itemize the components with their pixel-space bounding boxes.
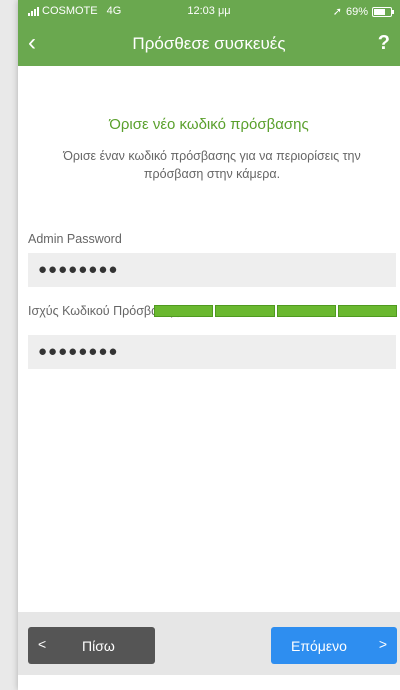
password-strength-meter <box>154 305 397 317</box>
strength-segment <box>276 305 336 317</box>
location-icon: ➚ <box>332 6 342 18</box>
strength-segment <box>215 305 275 317</box>
phone-screen: COSMOTE 4G 12:03 μμ ➚ 69% ‹ Πρόσθεσε συσ… <box>18 0 400 690</box>
admin-password-label: Admin Password <box>28 232 122 246</box>
strength-segment <box>337 305 397 317</box>
chevron-left-icon: < <box>38 636 47 652</box>
footer-bar: < Πίσω Επόμενο > <box>18 612 400 675</box>
admin-password-field[interactable]: ●●●●●●●● <box>28 253 396 287</box>
battery-percent: 69% <box>345 5 368 18</box>
back-button-label: Πίσω <box>82 638 115 654</box>
next-button[interactable]: Επόμενο > <box>271 627 397 664</box>
next-button-label: Επόμενο <box>291 638 347 654</box>
section-heading: Όρισε νέο κωδικό πρόσβασης <box>109 116 309 133</box>
page-title: Πρόσθεσε συσκευές <box>132 34 286 53</box>
status-bar: COSMOTE 4G 12:03 μμ ➚ 69% <box>18 0 400 22</box>
section-description: Όρισε έναν κωδικό πρόσβασης για να περιο… <box>63 149 361 181</box>
battery-icon <box>372 6 394 17</box>
help-button[interactable]: ? <box>378 32 390 55</box>
back-button[interactable]: < Πίσω <box>28 627 155 664</box>
status-right: ➚ 69% <box>332 5 394 18</box>
chevron-right-icon: > <box>378 636 387 652</box>
strength-segment <box>154 305 214 317</box>
navigation-bar: ‹ Πρόσθεσε συσκευές ? <box>18 22 400 66</box>
confirm-password-field[interactable]: ●●●●●●●● <box>28 335 396 369</box>
